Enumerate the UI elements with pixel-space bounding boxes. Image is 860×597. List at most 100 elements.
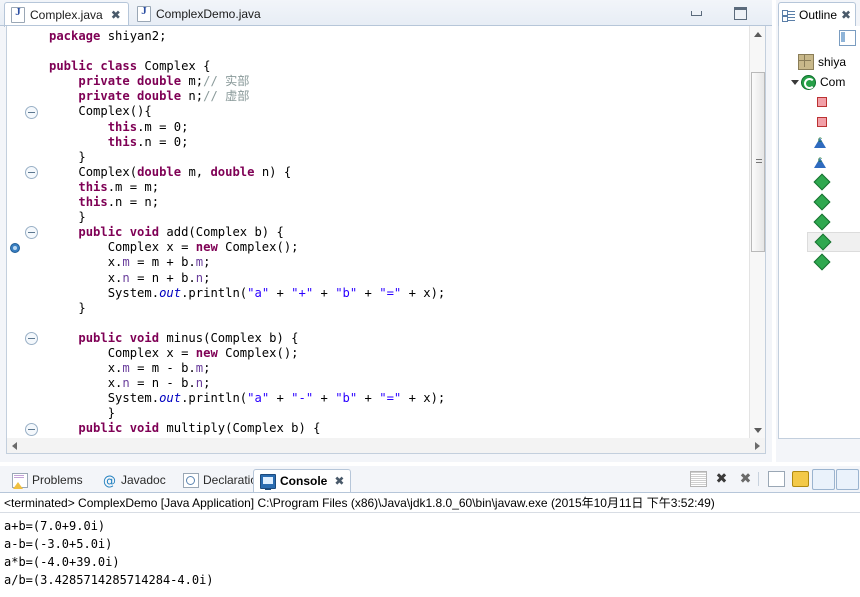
fold-collapse-icon[interactable] [25, 105, 38, 119]
outline-toolbar [779, 26, 860, 48]
outline-tab-bar: Outline ✖ [776, 0, 860, 27]
remove-all-terminated-icon[interactable]: ✖ [737, 471, 754, 487]
fold-collapse-icon[interactable] [25, 332, 38, 345]
constructor-icon: c [814, 155, 826, 168]
code-line: public void minus(Complex b) { [78, 330, 299, 345]
source-code: package shiyan2; public class Complex { … [49, 29, 445, 437]
outline-item-class[interactable]: Com [791, 72, 860, 92]
private-field-icon [817, 117, 827, 127]
twisty-down-icon[interactable] [791, 79, 799, 85]
terminate-icon[interactable]: ✖ [713, 471, 730, 487]
close-icon[interactable]: ✖ [334, 475, 344, 487]
minimize-button[interactable] [688, 6, 704, 20]
tab-problems[interactable]: Problems [6, 469, 89, 491]
problems-icon [12, 472, 28, 489]
code-viewport: package shiyan2; public class Complex { … [43, 26, 748, 438]
code-line: x.m = m - b.m; [107, 361, 211, 376]
maximize-icon [734, 7, 747, 20]
declaration-icon [183, 472, 199, 488]
editor-area: Complex.java ✖ ComplexDemo.java package … [0, 0, 772, 462]
code-line: } [78, 300, 86, 315]
console-panel: <terminated> ComplexDemo [Java Applicati… [0, 492, 860, 597]
method-icon [814, 233, 832, 251]
scroll-down-arrow-icon[interactable] [750, 422, 765, 438]
tab-javadoc[interactable]: @ Javadoc [97, 469, 172, 491]
code-line: Complex x = new Complex(); [107, 345, 299, 360]
code-line: this.n = n; [78, 195, 160, 210]
code-line: } [78, 210, 86, 225]
clear-console-icon[interactable] [690, 471, 707, 487]
method-icon [813, 213, 831, 231]
scroll-right-arrow-icon[interactable] [749, 438, 765, 452]
console-icon [260, 473, 276, 490]
outline-item-method[interactable] [807, 252, 860, 272]
code-line: Complex(double m, double n) { [78, 164, 292, 179]
outline-item-label: Com [820, 75, 846, 89]
javadoc-icon: @ [103, 473, 116, 489]
code-line: this.m = m; [78, 179, 160, 194]
outline-item-label: shiya [818, 55, 847, 69]
outline-item-constructor[interactable]: c [807, 132, 860, 152]
scroll-left-arrow-icon[interactable] [7, 438, 23, 452]
outline-item-constructor[interactable]: c [807, 152, 860, 172]
code-line: public class Complex { [49, 59, 211, 74]
outline-tab[interactable]: Outline ✖ [778, 2, 857, 27]
tab-label: Problems [32, 473, 83, 487]
package-icon [798, 54, 814, 70]
close-icon[interactable]: ✖ [841, 8, 851, 22]
close-icon[interactable]: ✖ [111, 9, 121, 21]
tab-console[interactable]: Console ✖ [253, 469, 352, 492]
editor-tab-bar: Complex.java ✖ ComplexDemo.java [0, 0, 772, 27]
code-line: public void add(Complex b) { [78, 225, 284, 240]
code-line: private double n;// 虚部 [78, 89, 250, 104]
fold-collapse-icon[interactable] [25, 165, 38, 179]
scroll-up-arrow-icon[interactable] [750, 26, 765, 42]
collapse-all-icon[interactable] [839, 30, 856, 46]
editor-tab-label: Complex.java [30, 8, 103, 22]
fold-collapse-icon[interactable] [25, 226, 38, 240]
maximize-button[interactable] [732, 6, 748, 20]
fold-collapse-icon[interactable] [25, 422, 38, 436]
outline-tree[interactable]: shiya Com c c [778, 26, 860, 439]
outline-title: Outline [799, 8, 838, 22]
open-console-icon[interactable] [768, 471, 785, 487]
outline-item-method[interactable] [807, 172, 860, 192]
lock-scroll-icon[interactable] [792, 471, 809, 487]
code-line: } [107, 406, 116, 421]
outline-item-method[interactable] [807, 212, 860, 232]
code-editor[interactable]: package shiyan2; public class Complex { … [6, 26, 766, 439]
folding-gutter[interactable] [23, 26, 43, 438]
code-line: System.out.println("a" + "-" + "b" + "="… [107, 391, 446, 406]
pin-console-icon[interactable] [836, 469, 859, 490]
toolbar-divider [758, 472, 759, 486]
code-line: package shiyan2; [49, 29, 167, 43]
breakpoint-gutter[interactable] [7, 26, 24, 438]
outline-item-method[interactable] [807, 232, 860, 252]
editor-tab-label: ComplexDemo.java [156, 7, 261, 21]
console-output: a+b=(7.0+9.0i) a-b=(-3.0+5.0i) a*b=(-4.0… [4, 519, 214, 587]
minimize-icon [691, 11, 702, 16]
breakpoint-marker[interactable] [10, 243, 20, 254]
console-launch-header: <terminated> ComplexDemo [Java Applicati… [0, 493, 860, 513]
display-selected-console-icon[interactable] [812, 469, 835, 490]
vertical-scroll-thumb[interactable] [751, 72, 765, 252]
eclipse-workbench: Complex.java ✖ ComplexDemo.java package … [0, 0, 860, 597]
code-line: x.m = m + b.m; [107, 255, 211, 270]
overlay-badge: c [818, 155, 822, 164]
code-line: private double m;// 实部 [78, 74, 250, 89]
outline-item-method[interactable] [807, 192, 860, 212]
tab-label: Console [280, 474, 328, 488]
outline-item-package[interactable]: shiya [791, 52, 860, 72]
outline-item-private-field[interactable] [807, 112, 860, 132]
private-field-icon [817, 97, 827, 107]
code-line: Complex(){ [78, 104, 152, 119]
editor-tab-complexdemo-java[interactable]: ComplexDemo.java [131, 2, 268, 26]
editor-horizontal-scrollbar[interactable] [6, 438, 766, 454]
method-icon [813, 193, 831, 211]
outline-item-private-field[interactable] [807, 92, 860, 112]
overlay-badge: c [818, 135, 822, 144]
outline-icon [782, 9, 795, 22]
editor-vertical-scrollbar[interactable] [749, 26, 765, 438]
editor-tab-complex-java[interactable]: Complex.java ✖ [4, 2, 129, 27]
